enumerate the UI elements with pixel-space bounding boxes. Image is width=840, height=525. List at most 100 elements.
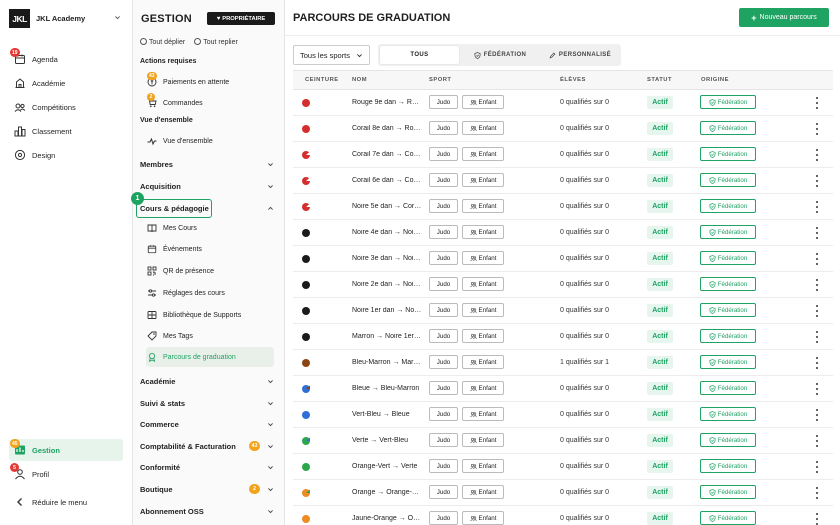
status-badge: Actif	[647, 330, 673, 343]
group-boutique[interactable]: Boutique 2	[140, 479, 276, 499]
more-options-icon[interactable]	[814, 279, 820, 291]
level-tag: Enfant	[462, 485, 504, 499]
nav-item-academie[interactable]: Académie	[9, 72, 123, 94]
table-row[interactable]: Bleue → Bleu-Marron Judo Enfant 0 qualifiés…	[293, 376, 833, 402]
expand-all-button[interactable]: Tout déplier	[140, 38, 185, 46]
nav-item-classement[interactable]: Classement	[9, 120, 123, 142]
group-membres[interactable]: Membres	[140, 154, 276, 174]
more-options-icon[interactable]	[814, 175, 820, 187]
belt-color-swatch	[302, 437, 310, 445]
status-badge: Actif	[647, 434, 673, 447]
table-row[interactable]: Vert-Bleu → Bleue Judo Enfant 0 qualifiés s…	[293, 402, 833, 428]
course-item-label: Mes Cours	[163, 224, 197, 232]
table-row[interactable]: Marron → Noire 1er dan Judo Enfant 0 qualif…	[293, 324, 833, 350]
origin-badge: Fédération	[700, 485, 756, 499]
col-students[interactable]: ÉLÈVES	[560, 77, 586, 83]
table-row[interactable]: Corail 6e dan → Corail 7e dan Judo Enfant 0…	[293, 168, 833, 194]
more-options-icon[interactable]	[814, 435, 820, 447]
course-item-parcours-de-graduation[interactable]: Parcours de graduation	[146, 347, 274, 367]
col-origin[interactable]: ORIGINE	[701, 77, 729, 83]
course-item-mes-cours[interactable]: Mes Cours	[146, 218, 274, 238]
action-commandes[interactable]: 2 Commandes	[146, 93, 274, 113]
path-name: Orange → Orange-Vert	[352, 489, 422, 496]
col-belt[interactable]: CEINTURE	[305, 77, 339, 83]
group-commerce[interactable]: Commerce	[140, 414, 276, 434]
col-status[interactable]: STATUT	[647, 77, 672, 83]
more-options-icon[interactable]	[814, 305, 820, 317]
new-path-button[interactable]: + Nouveau parcours	[739, 8, 829, 27]
tab-all[interactable]: TOUS	[380, 46, 459, 64]
path-name: Noire 4e dan → Noire 5e dan	[352, 229, 422, 236]
origin-label: Fédération	[717, 410, 748, 418]
more-options-icon[interactable]	[814, 227, 820, 239]
table-row[interactable]: Bleu-Marron → Marron Judo Enfant 1 qualifié…	[293, 350, 833, 376]
more-options-icon[interactable]	[814, 513, 820, 525]
shield-icon	[709, 306, 716, 314]
origin-badge: Fédération	[700, 381, 756, 395]
nav-item-design[interactable]: Design	[9, 144, 123, 166]
level-label: Enfant	[478, 150, 497, 158]
brand[interactable]: JKL JKL Academy	[9, 9, 85, 28]
nav-item-reduire-le-menu[interactable]: Réduire le menu	[9, 491, 123, 513]
group-conformite[interactable]: Conformité	[140, 457, 276, 477]
belt-color-swatch	[302, 307, 310, 315]
table-row[interactable]: Noire 3e dan → Noire 4e dan Judo Enfant 0 q…	[293, 246, 833, 272]
more-options-icon[interactable]	[814, 123, 820, 135]
tab-federation[interactable]: FÉDÉRATION	[459, 46, 541, 64]
col-sport[interactable]: SPORT	[429, 77, 451, 83]
level-label: Enfant	[478, 384, 497, 392]
nav-item-label: Design	[32, 150, 56, 160]
tab-custom[interactable]: PERSONNALISÉ	[541, 46, 619, 64]
more-options-icon[interactable]	[814, 149, 820, 161]
table-row[interactable]: Orange → Orange-Vert Judo Enfant 0 qualifié…	[293, 480, 833, 506]
more-options-icon[interactable]	[814, 487, 820, 499]
table-row[interactable]: Noire 2e dan → Noire 3e dan Judo Enfant 0 q…	[293, 272, 833, 298]
nav-item-competitions[interactable]: Compétitions	[9, 96, 123, 118]
course-item-mes-tags[interactable]: Mes Tags	[146, 326, 274, 346]
group-suivi-stats[interactable]: Suivi & stats	[140, 393, 276, 413]
nav-item-agenda[interactable]: 19 Agenda	[9, 48, 123, 70]
shield-icon	[709, 436, 716, 444]
sport-filter-select[interactable]: Tous les sports	[293, 45, 370, 65]
table-row[interactable]: Noire 1er dan → Noire 2e dan Judo Enfant 0 …	[293, 298, 833, 324]
group-abonnement-oss[interactable]: Abonnement OSS	[140, 501, 276, 521]
group-courses[interactable]: Cours & pédagogie	[140, 198, 276, 218]
collapse-all-button[interactable]: Tout replier	[194, 38, 238, 46]
course-item-bibliotheque-de-supports[interactable]: Bibliothèque de Supports	[146, 305, 274, 325]
action-paiements-en-attente[interactable]: 43 Paiements en attente	[146, 72, 274, 92]
table-row[interactable]: Noire 5e dan → Corail 6e dan Judo Enfant 0 …	[293, 194, 833, 220]
belt-color-swatch	[302, 177, 310, 185]
course-item-reglages-des-cours[interactable]: Réglages des cours	[146, 283, 274, 303]
shield-icon	[709, 202, 716, 210]
nav-item-profil[interactable]: 5 Profil	[9, 463, 123, 485]
table-row[interactable]: Corail 7e dan → Corail 8e dan Judo Enfant 0…	[293, 142, 833, 168]
table-row[interactable]: Orange-Vert → Verte Judo Enfant 0 qualifiés…	[293, 454, 833, 480]
table-row[interactable]: Noire 4e dan → Noire 5e dan Judo Enfant 0 q…	[293, 220, 833, 246]
overview-item[interactable]: Vue d'ensemble	[146, 131, 274, 151]
more-options-icon[interactable]	[814, 383, 820, 395]
level-label: Enfant	[478, 436, 497, 444]
group-acquisition[interactable]: Acquisition	[140, 176, 276, 196]
nav-item-gestion[interactable]: 45 Gestion	[9, 439, 123, 461]
nav-item-label: Gestion	[32, 445, 60, 455]
origin-label: Fédération	[717, 254, 748, 262]
table-row[interactable]: Corail 8e dan → Rouge 9e dan Judo Enfant 0 …	[293, 116, 833, 142]
students-count: 0 qualifiés sur 0	[560, 203, 610, 210]
course-item-evenements[interactable]: Événements	[146, 239, 274, 259]
more-options-icon[interactable]	[814, 357, 820, 369]
table-row[interactable]: Verte → Vert-Bleu Judo Enfant 0 qualifiés s…	[293, 428, 833, 454]
group-academie[interactable]: Académie	[140, 371, 276, 391]
course-item-qr-de-presence[interactable]: QR de présence	[146, 261, 274, 281]
table-row[interactable]: Rouge 9e dan → Rouge 10e dan Judo Enfant 0 …	[293, 90, 833, 116]
group-comptabilite-facturation[interactable]: Comptabilité & Facturation 43	[140, 436, 276, 456]
students-count: 0 qualifiés sur 0	[560, 515, 610, 522]
more-options-icon[interactable]	[814, 97, 820, 109]
more-options-icon[interactable]	[814, 331, 820, 343]
more-options-icon[interactable]	[814, 409, 820, 421]
more-options-icon[interactable]	[814, 461, 820, 473]
more-options-icon[interactable]	[814, 253, 820, 265]
table-row[interactable]: Jaune-Orange → Orange Judo Enfant 0 qualifi…	[293, 506, 833, 525]
col-name[interactable]: NOM	[352, 77, 367, 83]
more-options-icon[interactable]	[814, 201, 820, 213]
chevron-down-icon[interactable]	[114, 14, 121, 21]
